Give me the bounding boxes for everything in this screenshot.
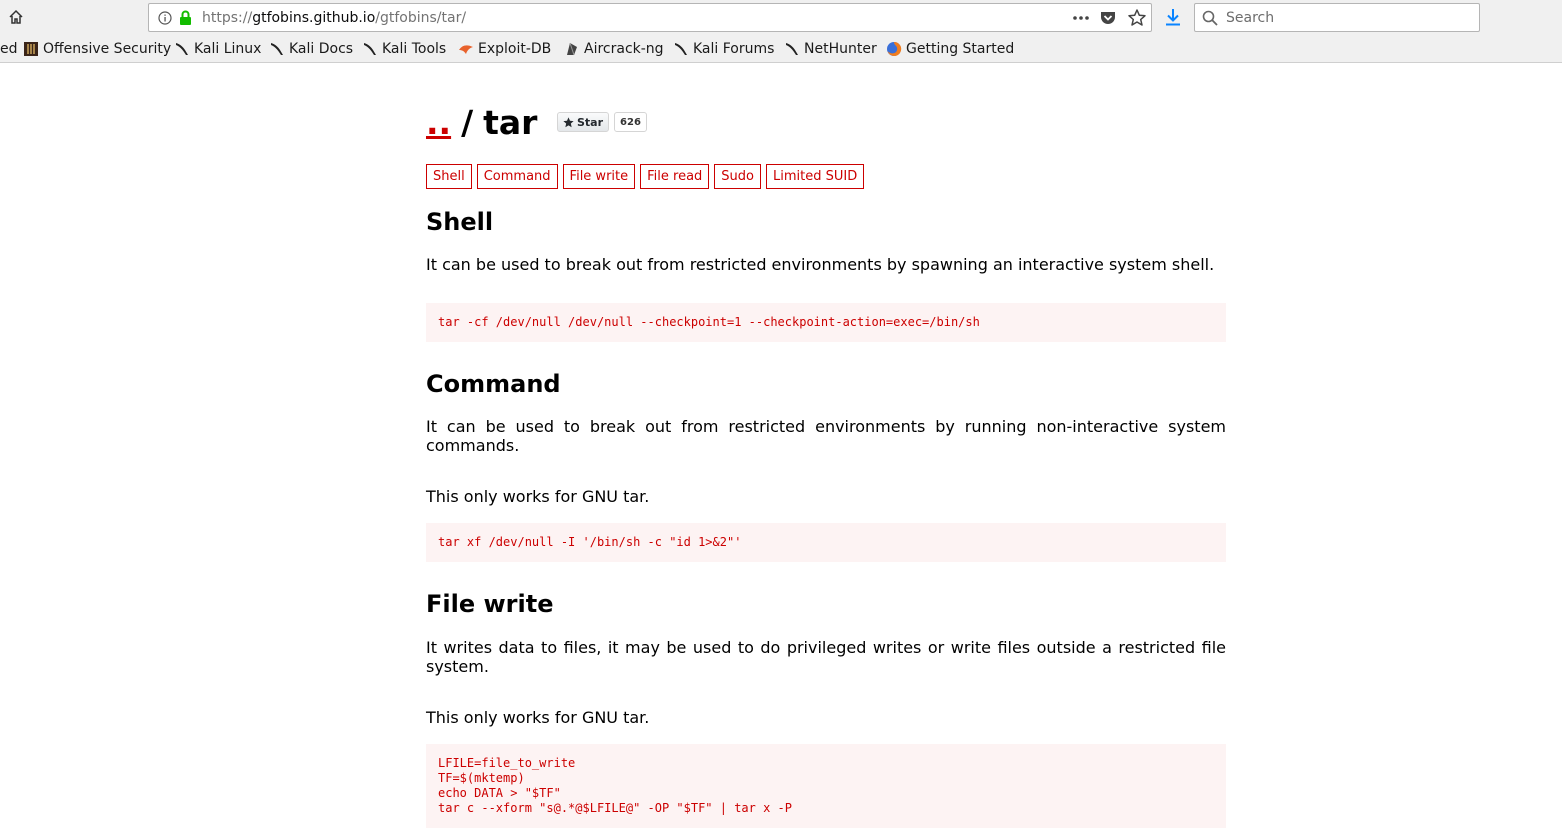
- parent-link[interactable]: ..: [426, 103, 451, 142]
- section-desc-file-write: It writes data to files, it may be used …: [426, 638, 1226, 676]
- firefox-icon: [887, 41, 902, 56]
- github-star-widget: Star 626: [557, 112, 647, 132]
- bookmark-getting-started[interactable]: Getting Started: [886, 40, 1014, 58]
- function-tags: Shell Command File write File read Sudo …: [426, 164, 869, 189]
- info-icon[interactable]: [158, 11, 172, 25]
- lock-icon[interactable]: [179, 10, 192, 26]
- bookmark-kali-tools[interactable]: Kali Tools: [362, 40, 446, 58]
- section-heading-command: Command: [426, 370, 561, 398]
- exploitdb-icon: [459, 45, 473, 54]
- aircrack-icon: [567, 42, 577, 56]
- kali-icon: [675, 43, 687, 55]
- tag-command[interactable]: Command: [476, 164, 558, 189]
- bookmark-label: Kali Forums: [693, 41, 775, 57]
- tag-shell[interactable]: Shell: [426, 164, 472, 189]
- binary-name: tar: [483, 103, 538, 142]
- bookmark-label: Kali Linux: [194, 41, 262, 57]
- tag-limited-suid[interactable]: Limited SUID: [766, 164, 865, 189]
- title-separator: /: [461, 103, 474, 142]
- bookmark-kali-forums[interactable]: Kali Forums: [673, 40, 774, 58]
- bookmark-kali-docs[interactable]: Kali Docs: [269, 40, 353, 58]
- offsec-icon: [24, 42, 38, 56]
- page-actions-icon[interactable]: [1071, 9, 1091, 27]
- kali-icon: [786, 43, 798, 55]
- url-path: /gtfobins/tar/: [375, 10, 467, 26]
- bookmark-label: ed: [0, 41, 18, 57]
- home-icon: [9, 9, 23, 24]
- section-note-file-write: This only works for GNU tar.: [426, 708, 650, 727]
- search-icon: [1202, 10, 1218, 26]
- code-block-shell[interactable]: tar -cf /dev/null /dev/null --checkpoint…: [426, 303, 1226, 342]
- bookmark-aircrack-ng[interactable]: Aircrack-ng: [564, 40, 664, 58]
- bookmark-item[interactable]: ed: [0, 40, 18, 58]
- tag-sudo[interactable]: Sudo: [714, 164, 761, 189]
- section-heading-shell: Shell: [426, 208, 494, 236]
- star-count[interactable]: 626: [614, 112, 647, 132]
- download-icon[interactable]: [1162, 6, 1184, 28]
- page-title: .. / tar: [426, 103, 537, 143]
- section-heading-file-write: File write: [426, 590, 554, 618]
- bookmark-label: Getting Started: [906, 41, 1015, 57]
- bookmark-kali-linux[interactable]: Kali Linux: [174, 40, 261, 58]
- tag-file-read[interactable]: File read: [640, 164, 710, 189]
- kali-icon: [364, 43, 376, 55]
- section-desc-shell: It can be used to break out from restric…: [426, 255, 1215, 274]
- url-bar[interactable]: https://gtfobins.github.io/gtfobins/tar/: [148, 3, 1152, 32]
- bookmark-label: Exploit-DB: [478, 41, 552, 57]
- star-button[interactable]: Star: [557, 112, 610, 132]
- code-block-file-write[interactable]: LFILE=file_to_write TF=$(mktemp) echo DA…: [426, 744, 1226, 828]
- bookmark-star-icon[interactable]: [1127, 8, 1147, 28]
- search-input[interactable]: [1226, 5, 1466, 30]
- browser-toolbar: https://gtfobins.github.io/gtfobins/tar/: [0, 0, 1562, 35]
- tag-file-write[interactable]: File write: [562, 164, 636, 189]
- star-icon: [563, 116, 574, 127]
- pocket-icon[interactable]: [1099, 9, 1117, 27]
- bookmark-nethunter[interactable]: NetHunter: [784, 40, 877, 58]
- bookmark-offensive-security[interactable]: Offensive Security: [23, 40, 171, 58]
- bookmark-label: Offensive Security: [43, 41, 172, 57]
- url-scheme: https://: [202, 10, 253, 26]
- search-bar[interactable]: [1194, 3, 1480, 32]
- star-label: Star: [577, 115, 604, 129]
- bookmark-label: Kali Docs: [289, 41, 354, 57]
- section-desc-command: It can be used to break out from restric…: [426, 417, 1226, 455]
- url-host: gtfobins.github.io: [252, 10, 376, 26]
- kali-icon: [176, 43, 188, 55]
- url-text[interactable]: https://gtfobins.github.io/gtfobins/tar/: [202, 10, 466, 26]
- bookmark-label: Kali Tools: [382, 41, 447, 57]
- bookmark-label: Aircrack-ng: [584, 41, 664, 57]
- code-block-command[interactable]: tar xf /dev/null -I '/bin/sh -c "id 1>&2…: [426, 523, 1226, 562]
- section-note-command: This only works for GNU tar.: [426, 487, 650, 506]
- home-button[interactable]: [4, 5, 28, 29]
- bookmark-label: NetHunter: [804, 41, 877, 57]
- bookmarks-bar: ed Offensive Security Kali Linux Kali Do…: [0, 35, 1562, 63]
- bookmark-exploit-db[interactable]: Exploit-DB: [458, 40, 551, 58]
- kali-icon: [271, 43, 283, 55]
